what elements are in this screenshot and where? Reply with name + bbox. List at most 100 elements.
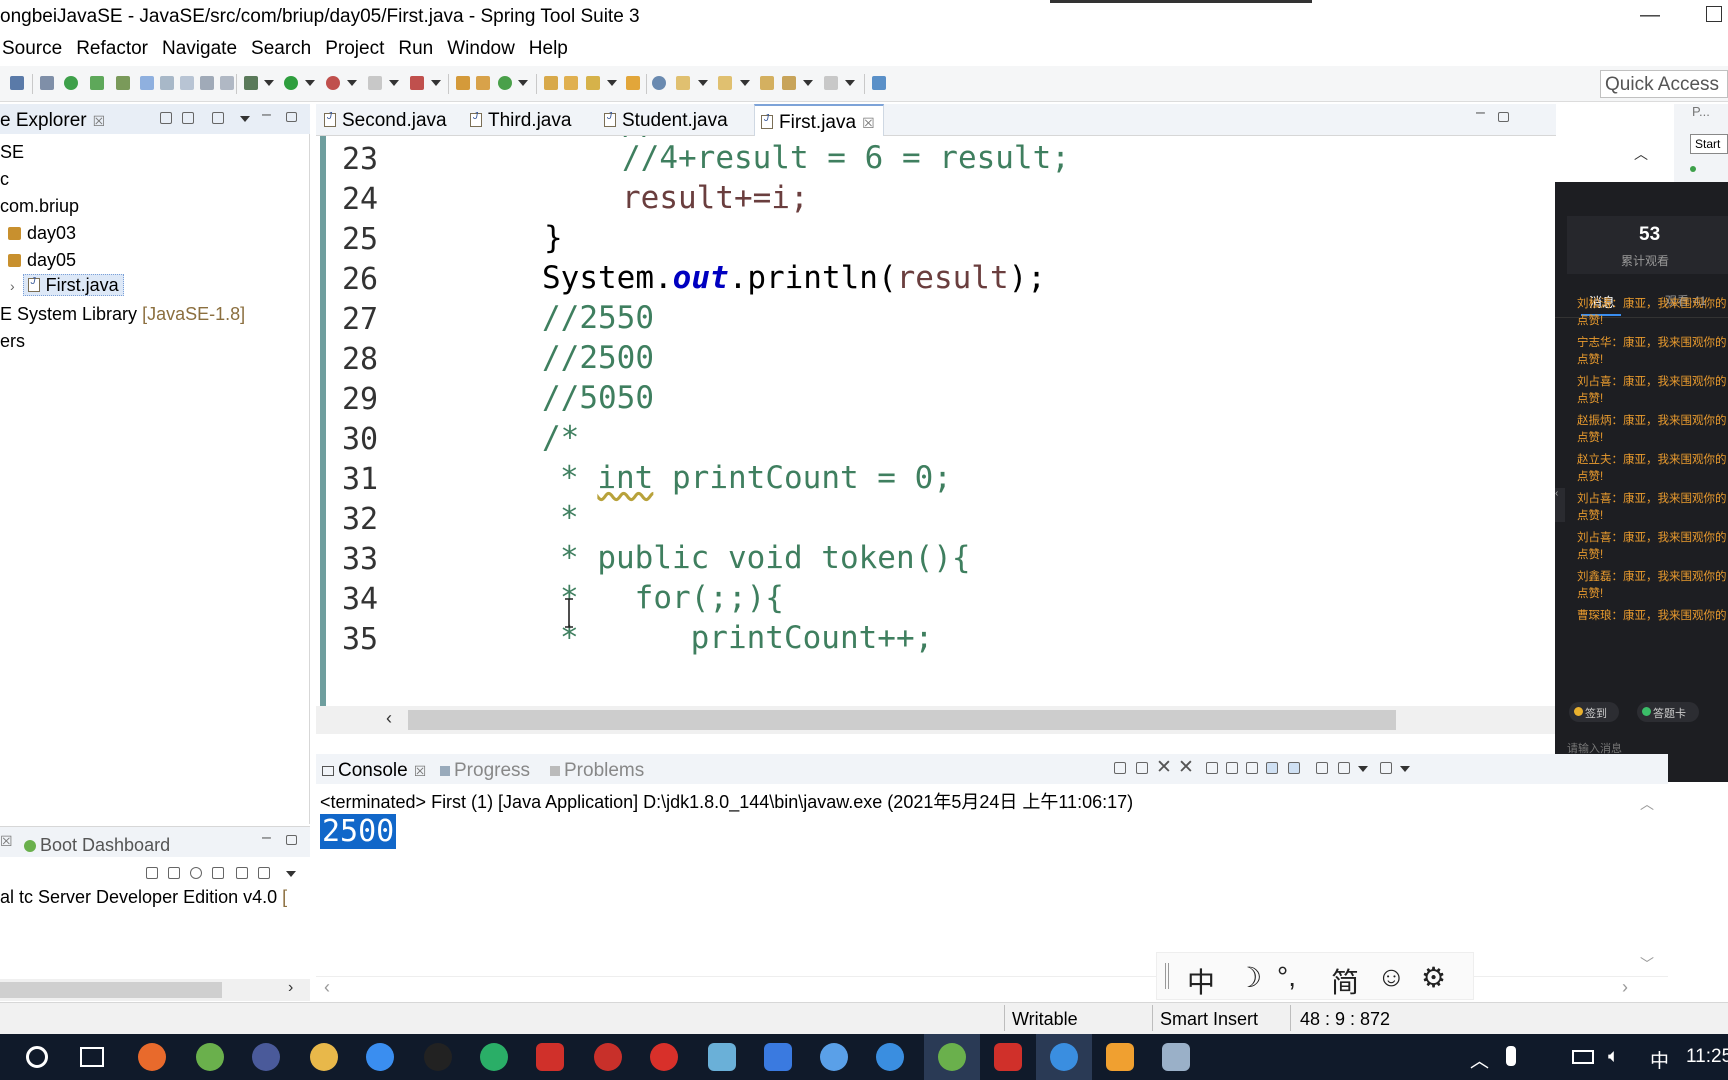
tree-item-first-java[interactable]: › First.java bbox=[10, 274, 124, 296]
next-annotation-dropdown-icon[interactable] bbox=[698, 80, 708, 86]
show-whitespace-icon[interactable] bbox=[200, 76, 214, 90]
close-icon[interactable]: ☒ bbox=[414, 763, 427, 779]
focus-icon[interactable] bbox=[212, 112, 224, 124]
menu-run[interactable]: Run bbox=[398, 34, 445, 64]
debug-server-icon[interactable] bbox=[190, 867, 202, 879]
tree-item-com-briup[interactable]: com.briup bbox=[0, 196, 79, 217]
drag-handle-icon[interactable] bbox=[1165, 963, 1169, 989]
sign-in-button[interactable]: 签到 bbox=[1569, 702, 1619, 722]
tab-second-java[interactable]: Second.java bbox=[324, 110, 447, 132]
clear-console-icon[interactable] bbox=[1206, 762, 1218, 774]
clock[interactable]: 11:25 bbox=[1686, 1046, 1728, 1068]
collapse-all-icon[interactable] bbox=[160, 112, 172, 124]
spring-boot-icon[interactable] bbox=[64, 76, 78, 90]
gear-icon[interactable]: ⚙ bbox=[1421, 961, 1446, 994]
start-button[interactable]: Start bbox=[1690, 134, 1728, 154]
notepad-icon[interactable] bbox=[708, 1043, 736, 1071]
new-wizard-icon[interactable] bbox=[116, 76, 130, 90]
editor-horizontal-scrollbar[interactable]: ‹ bbox=[316, 706, 1556, 734]
tab-third-java[interactable]: Third.java bbox=[470, 110, 571, 132]
open-folder-icon[interactable] bbox=[564, 76, 578, 90]
scroll-down-icon[interactable]: ﹀ bbox=[1640, 954, 1654, 974]
last-edit-location-icon[interactable] bbox=[760, 76, 774, 90]
battery-icon[interactable] bbox=[1572, 1050, 1594, 1064]
menu-navigate[interactable]: Navigate bbox=[162, 34, 249, 64]
forward-dropdown-icon[interactable] bbox=[845, 80, 855, 86]
pilcrow-icon[interactable] bbox=[220, 76, 234, 90]
server-item[interactable]: al tc Server Developer Edition v4.0 [ bbox=[0, 887, 287, 908]
run-icon[interactable] bbox=[284, 76, 298, 90]
toggle-highlight-icon[interactable] bbox=[140, 76, 154, 90]
collapse-panel-button[interactable]: ‹ bbox=[1555, 488, 1565, 522]
scroll-left-icon[interactable]: ‹ bbox=[324, 977, 330, 998]
remove-launch-icon[interactable]: ✕ bbox=[1156, 756, 1172, 779]
scroll-right-icon[interactable]: › bbox=[1622, 977, 1628, 998]
view-menu-icon[interactable] bbox=[240, 116, 250, 122]
open-task-icon[interactable] bbox=[544, 76, 558, 90]
moon-icon[interactable]: ☽ bbox=[1237, 961, 1262, 994]
view-menu-icon[interactable] bbox=[286, 871, 296, 877]
browser-icon[interactable] bbox=[366, 1043, 394, 1071]
new-java-project-icon[interactable] bbox=[456, 76, 470, 90]
block-selection-icon[interactable] bbox=[180, 76, 194, 90]
horizontal-scrollbar[interactable]: › bbox=[0, 979, 310, 1001]
tab-progress[interactable]: Progress bbox=[440, 760, 530, 782]
minimize-view-icon[interactable]: – bbox=[262, 829, 271, 847]
explorer-tab[interactable]: e Explorer ☒ bbox=[0, 110, 105, 132]
close-icon[interactable]: ☒ bbox=[93, 113, 106, 129]
new-package-icon[interactable] bbox=[476, 76, 490, 90]
debug-icon[interactable] bbox=[244, 76, 258, 90]
pin-console-icon[interactable] bbox=[1316, 762, 1328, 774]
camera-icon[interactable] bbox=[1106, 1043, 1134, 1071]
maximize-view-icon[interactable] bbox=[1498, 112, 1509, 122]
ime-simplified-mode[interactable]: 简 bbox=[1331, 961, 1359, 1001]
scrollbar-thumb[interactable] bbox=[408, 710, 1396, 730]
menu-window[interactable]: Window bbox=[447, 34, 527, 64]
tree-item-jre-system-library[interactable]: E System Library [JavaSE-1.8] bbox=[0, 304, 245, 325]
new-class-dropdown-icon[interactable] bbox=[518, 80, 528, 86]
debug-dropdown-icon[interactable] bbox=[264, 80, 274, 86]
close-icon[interactable]: ☒ bbox=[862, 115, 875, 131]
open-resource-icon[interactable] bbox=[626, 76, 640, 90]
minimize-view-icon[interactable]: – bbox=[1476, 104, 1485, 122]
eclipse-icon[interactable] bbox=[252, 1043, 280, 1071]
stop-dropdown-icon[interactable] bbox=[389, 80, 399, 86]
boot-dashboard-tab[interactable]: Boot Dashboard bbox=[40, 835, 170, 856]
display-console-icon[interactable] bbox=[1338, 762, 1350, 774]
start-server-icon[interactable] bbox=[168, 867, 180, 879]
scroll-up-icon[interactable]: ︿ bbox=[1634, 144, 1648, 164]
scroll-lock-icon[interactable] bbox=[1226, 762, 1238, 774]
open-type-icon[interactable] bbox=[10, 76, 24, 90]
toggle-mark-icon[interactable] bbox=[160, 76, 174, 90]
menu-help[interactable]: Help bbox=[529, 34, 580, 64]
search-circle-icon[interactable] bbox=[26, 1046, 48, 1068]
scroll-left-icon[interactable]: ‹ bbox=[386, 708, 392, 729]
task-view-icon[interactable] bbox=[80, 1047, 104, 1067]
tree-item-src[interactable]: c bbox=[0, 169, 9, 190]
menu-project[interactable]: Project bbox=[325, 34, 396, 64]
web-browser-icon[interactable] bbox=[652, 76, 666, 90]
firefox-icon[interactable] bbox=[138, 1043, 166, 1071]
stop-icon[interactable] bbox=[368, 76, 382, 90]
external-tools-icon[interactable] bbox=[326, 76, 340, 90]
emoji-icon[interactable]: ☺ bbox=[1377, 961, 1406, 993]
wps-icon[interactable] bbox=[994, 1043, 1022, 1071]
cloud-icon[interactable] bbox=[820, 1043, 848, 1071]
relaunch-icon[interactable] bbox=[1114, 762, 1126, 774]
link-with-editor-icon[interactable] bbox=[182, 112, 194, 124]
dingtalk-icon[interactable] bbox=[1050, 1043, 1078, 1071]
menu-search[interactable]: Search bbox=[251, 34, 323, 64]
search-toolbar-icon[interactable] bbox=[586, 76, 600, 90]
spring-tool-suite-active-icon[interactable] bbox=[938, 1043, 966, 1071]
tab-console[interactable]: Console ☒ bbox=[322, 760, 426, 782]
shield-icon[interactable] bbox=[764, 1043, 792, 1071]
tray-ime-indicator[interactable]: 中 bbox=[1650, 1046, 1669, 1073]
relaunch-icon[interactable] bbox=[90, 76, 104, 90]
ime-chinese-mode[interactable]: 中 bbox=[1187, 961, 1215, 1001]
open-console-icon[interactable] bbox=[258, 867, 270, 879]
code-area[interactable]: 23 24 25 26 27 28 29 30 31 32 33 34 35 /… bbox=[316, 136, 1556, 706]
servers-dropdown-icon[interactable] bbox=[431, 80, 441, 86]
menu-source[interactable]: Source bbox=[2, 34, 74, 64]
remove-all-icon[interactable]: ✕ bbox=[1178, 756, 1194, 779]
scroll-up-icon[interactable]: ︿ bbox=[1640, 794, 1654, 814]
